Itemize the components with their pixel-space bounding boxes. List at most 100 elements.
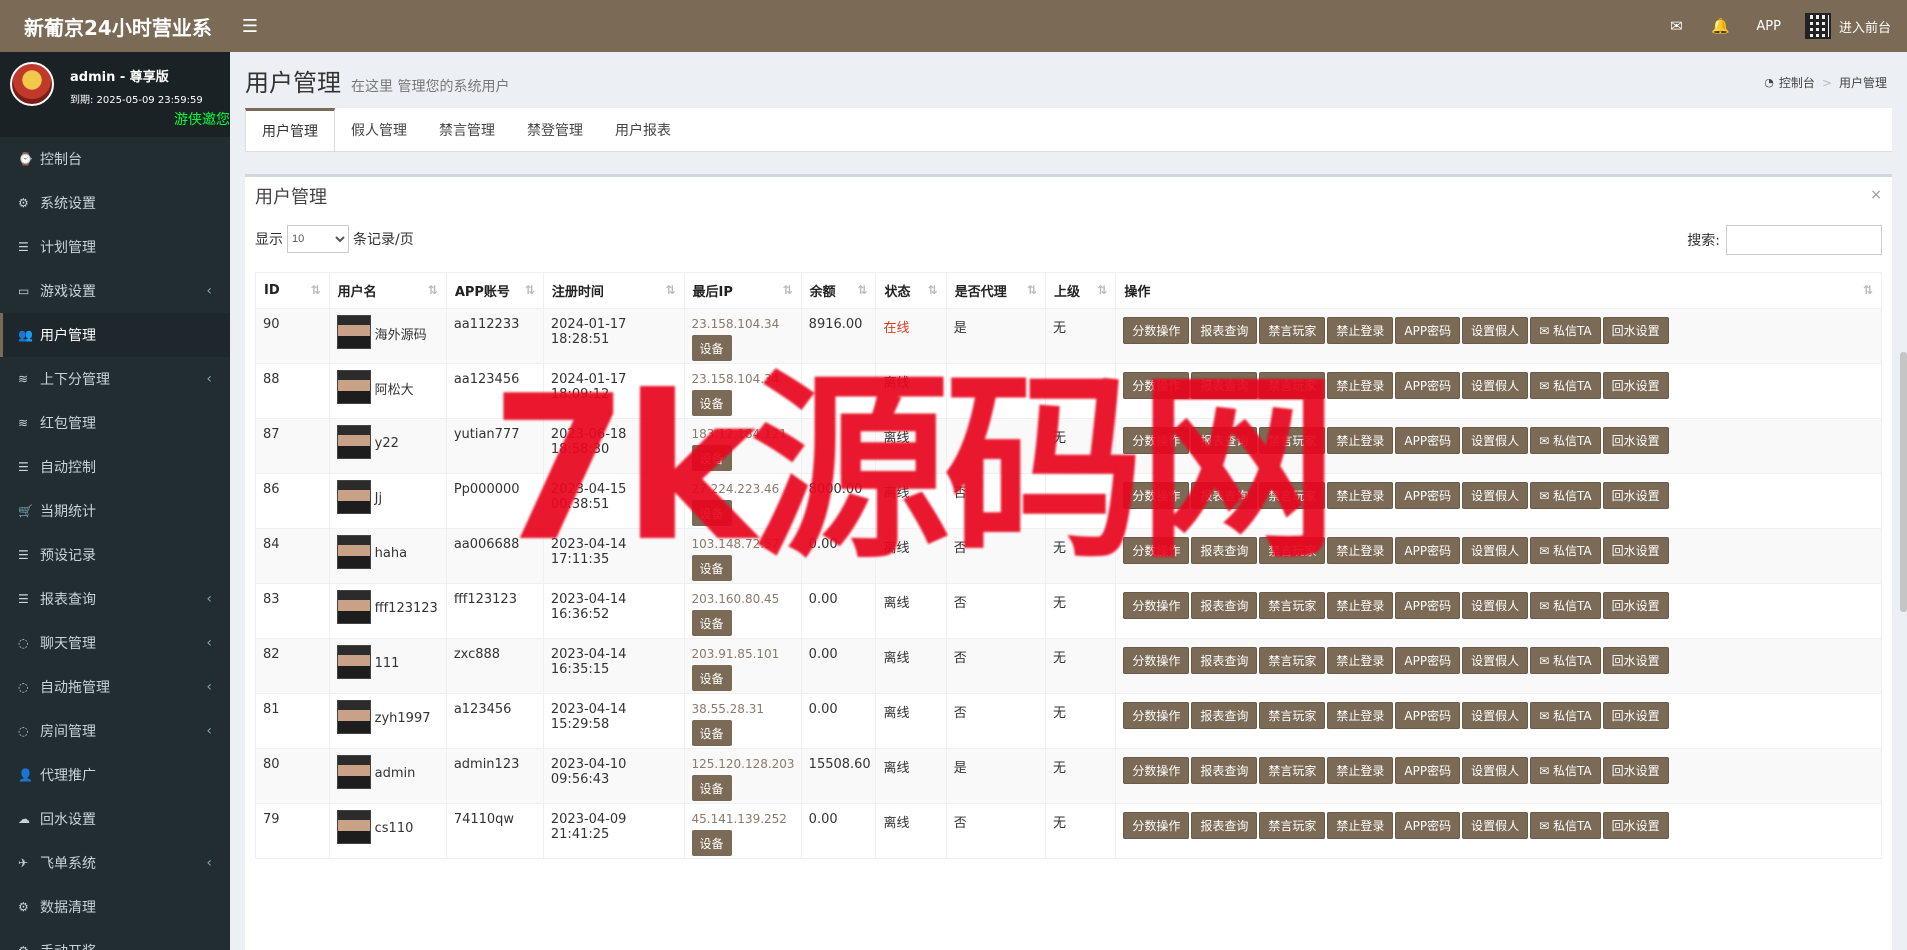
- device-button[interactable]: 设备: [691, 830, 732, 856]
- op-button[interactable]: 设置假人: [1462, 647, 1529, 674]
- op-button[interactable]: 设置假人: [1462, 812, 1529, 839]
- op-button[interactable]: 分数操作: [1123, 592, 1190, 619]
- column-header[interactable]: 注册时间 ⇅: [542, 272, 685, 309]
- sidebar-item[interactable]: ✈ 飞单系统 ‹: [0, 841, 230, 885]
- column-header[interactable]: APP账号 ⇅: [445, 272, 544, 309]
- sidebar-item[interactable]: ≋ 红包管理: [0, 401, 230, 445]
- op-button[interactable]: 报表查询: [1191, 482, 1258, 509]
- brand-title[interactable]: 新葡京24小时营业系: [0, 0, 230, 52]
- op-button[interactable]: 报表查询: [1191, 647, 1258, 674]
- op-button[interactable]: 设置假人: [1462, 482, 1529, 509]
- op-button[interactable]: 回水设置: [1602, 812, 1669, 839]
- op-button[interactable]: APP密码: [1395, 812, 1461, 839]
- op-button[interactable]: 禁止登录: [1327, 812, 1394, 839]
- op-button[interactable]: ✉ 私信TA: [1530, 702, 1601, 729]
- device-button[interactable]: 设备: [691, 555, 732, 581]
- tab[interactable]: 禁登管理: [511, 108, 599, 151]
- op-button[interactable]: ✉ 私信TA: [1530, 757, 1601, 784]
- op-button[interactable]: 禁止登录: [1327, 647, 1394, 674]
- breadcrumb-home[interactable]: 控制台: [1779, 74, 1815, 91]
- op-button[interactable]: ✉ 私信TA: [1530, 537, 1601, 564]
- op-button[interactable]: APP密码: [1395, 372, 1461, 399]
- column-header[interactable]: ID ⇅: [255, 272, 330, 309]
- op-button[interactable]: 报表查询: [1191, 702, 1258, 729]
- op-button[interactable]: 禁言玩家: [1259, 537, 1326, 564]
- op-button[interactable]: 回水设置: [1602, 592, 1669, 619]
- op-button[interactable]: APP密码: [1395, 647, 1461, 674]
- op-button[interactable]: APP密码: [1395, 317, 1461, 344]
- device-button[interactable]: 设备: [691, 390, 732, 416]
- column-header[interactable]: 操作 ⇅: [1115, 272, 1882, 309]
- op-button[interactable]: ✉ 私信TA: [1530, 647, 1601, 674]
- sidebar-item[interactable]: ⚙手动开奖: [0, 929, 230, 950]
- op-button[interactable]: 禁止登录: [1327, 427, 1394, 454]
- sidebar-item[interactable]: ☰ 计划管理: [0, 225, 230, 269]
- sidebar-item[interactable]: ⌚ 控制台: [0, 137, 230, 181]
- tab[interactable]: 用户报表: [599, 108, 687, 151]
- op-button[interactable]: 禁言玩家: [1259, 812, 1326, 839]
- op-button[interactable]: 回水设置: [1602, 317, 1669, 344]
- sidebar-item[interactable]: ☰ 自动控制: [0, 445, 230, 489]
- device-button[interactable]: 设备: [691, 335, 732, 361]
- device-button[interactable]: 设备: [691, 610, 732, 636]
- op-button[interactable]: 报表查询: [1191, 372, 1258, 399]
- column-header[interactable]: 用户名 ⇅: [328, 272, 447, 309]
- tab[interactable]: 用户管理: [245, 108, 335, 151]
- op-button[interactable]: 禁言玩家: [1259, 482, 1326, 509]
- op-button[interactable]: 禁言玩家: [1259, 317, 1326, 344]
- op-button[interactable]: 禁言玩家: [1259, 427, 1326, 454]
- op-button[interactable]: 禁止登录: [1327, 592, 1394, 619]
- op-button[interactable]: 分数操作: [1123, 702, 1190, 729]
- op-button[interactable]: ✉ 私信TA: [1530, 427, 1601, 454]
- sidebar-item[interactable]: ◌ 聊天管理 ‹: [0, 621, 230, 665]
- op-button[interactable]: APP密码: [1395, 482, 1461, 509]
- op-button[interactable]: 禁止登录: [1327, 372, 1394, 399]
- op-button[interactable]: 设置假人: [1462, 592, 1529, 619]
- op-button[interactable]: ✉ 私信TA: [1530, 317, 1601, 344]
- op-button[interactable]: ✉ 私信TA: [1530, 812, 1601, 839]
- close-icon[interactable]: ×: [1870, 187, 1882, 203]
- op-button[interactable]: 报表查询: [1191, 427, 1258, 454]
- op-button[interactable]: 报表查询: [1191, 592, 1258, 619]
- op-button[interactable]: 报表查询: [1191, 537, 1258, 564]
- sidebar-item[interactable]: ◌ 自动拖管理 ‹: [0, 665, 230, 709]
- sidebar-item[interactable]: ◌ 房间管理 ‹: [0, 709, 230, 753]
- sidebar-item[interactable]: ☰ 预设记录: [0, 533, 230, 577]
- sidebar-item[interactable]: ☁ 回水设置: [0, 797, 230, 841]
- op-button[interactable]: 报表查询: [1191, 757, 1258, 784]
- device-button[interactable]: 设备: [691, 445, 732, 471]
- op-button[interactable]: ✉ 私信TA: [1530, 592, 1601, 619]
- op-button[interactable]: 设置假人: [1462, 702, 1529, 729]
- op-button[interactable]: 禁言玩家: [1259, 592, 1326, 619]
- op-button[interactable]: 禁止登录: [1327, 702, 1394, 729]
- column-header[interactable]: 最后IP ⇅: [683, 272, 802, 309]
- column-header[interactable]: 是否代理 ⇅: [945, 272, 1047, 309]
- menu-toggle-icon[interactable]: ☰: [230, 0, 270, 52]
- op-button[interactable]: 分数操作: [1123, 757, 1190, 784]
- op-button[interactable]: 设置假人: [1462, 537, 1529, 564]
- op-button[interactable]: 回水设置: [1602, 702, 1669, 729]
- op-button[interactable]: 设置假人: [1462, 757, 1529, 784]
- column-header[interactable]: 余额 ⇅: [800, 272, 877, 309]
- op-button[interactable]: 禁止登录: [1327, 537, 1394, 564]
- tab[interactable]: 假人管理: [335, 108, 423, 151]
- op-button[interactable]: 回水设置: [1602, 757, 1669, 784]
- sidebar-item[interactable]: 👤 代理推广: [0, 753, 230, 797]
- op-button[interactable]: 回水设置: [1602, 482, 1669, 509]
- op-button[interactable]: APP密码: [1395, 702, 1461, 729]
- op-button[interactable]: 分数操作: [1123, 317, 1190, 344]
- op-button[interactable]: 报表查询: [1191, 317, 1258, 344]
- page-size-select[interactable]: 10: [287, 225, 349, 253]
- sidebar-item[interactable]: 🛒 当期统计: [0, 489, 230, 533]
- op-button[interactable]: APP密码: [1395, 537, 1461, 564]
- op-button[interactable]: 设置假人: [1462, 372, 1529, 399]
- op-button[interactable]: 分数操作: [1123, 537, 1190, 564]
- mail-icon[interactable]: ✉: [1654, 0, 1698, 52]
- device-button[interactable]: 设备: [691, 720, 732, 746]
- enter-frontend-link[interactable]: 进入前台: [1795, 0, 1891, 52]
- device-button[interactable]: 设备: [691, 665, 732, 691]
- op-button[interactable]: 回水设置: [1602, 647, 1669, 674]
- tab[interactable]: 禁言管理: [423, 108, 511, 151]
- op-button[interactable]: 回水设置: [1602, 537, 1669, 564]
- op-button[interactable]: 回水设置: [1602, 372, 1669, 399]
